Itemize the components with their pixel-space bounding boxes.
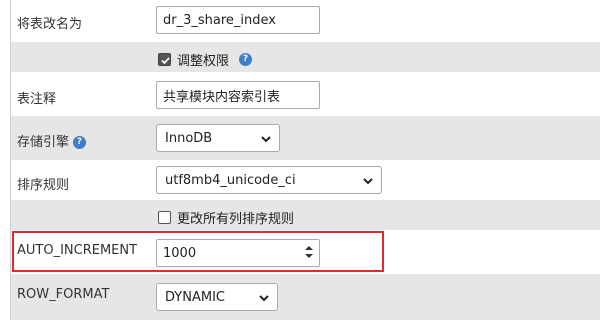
engine-select-value: InnoDB xyxy=(165,130,213,146)
engine-label-wrap: 存储引擎? xyxy=(17,131,87,150)
help-icon[interactable]: ? xyxy=(239,53,253,66)
row-format-label: ROW_FORMAT xyxy=(17,287,110,302)
chevron-down-icon xyxy=(261,136,271,143)
row-format-select[interactable]: DYNAMIC xyxy=(156,283,278,311)
check-icon xyxy=(161,57,170,65)
left-margin xyxy=(0,0,10,320)
engine-select[interactable]: InnoDB xyxy=(156,124,280,152)
change-all-collation-label: 更改所有列排序规则 xyxy=(177,212,295,227)
change-all-collation-checkbox[interactable] xyxy=(158,211,171,224)
chevron-down-icon xyxy=(363,178,373,185)
rename-input[interactable] xyxy=(156,6,320,34)
row-comment: 表注释 xyxy=(11,72,600,116)
collation-select-value: utf8mb4_unicode_ci xyxy=(165,172,296,188)
adjust-perms-checkbox[interactable] xyxy=(158,53,171,66)
row-collation: 排序规则 utf8mb4_unicode_ci xyxy=(11,160,600,200)
engine-label: 存储引擎 xyxy=(17,135,70,150)
adjust-perms-label: 调整权限 xyxy=(177,54,230,69)
row-row-format: ROW_FORMAT DYNAMIC xyxy=(11,274,600,320)
collation-label: 排序规则 xyxy=(17,178,70,193)
collation-select[interactable]: utf8mb4_unicode_ci xyxy=(156,166,382,194)
rename-label: 将表改名为 xyxy=(17,17,83,32)
change-all-collation-option[interactable]: 更改所有列排序规则 xyxy=(158,208,294,227)
chevron-down-icon xyxy=(259,295,269,302)
help-icon[interactable]: ? xyxy=(73,136,87,149)
row-rename: 将表改名为 xyxy=(11,0,600,42)
highlight-box xyxy=(12,231,384,272)
row-change-all-collation: 更改所有列排序规则 xyxy=(11,200,600,230)
row-adjust-perms: 调整权限 ? xyxy=(11,42,600,72)
adjust-perms-option[interactable]: 调整权限 ? xyxy=(158,50,253,69)
row-format-select-value: DYNAMIC xyxy=(165,289,225,305)
row-engine: 存储引擎? InnoDB xyxy=(11,116,600,160)
comment-input[interactable] xyxy=(156,81,320,109)
comment-label: 表注释 xyxy=(17,92,57,107)
